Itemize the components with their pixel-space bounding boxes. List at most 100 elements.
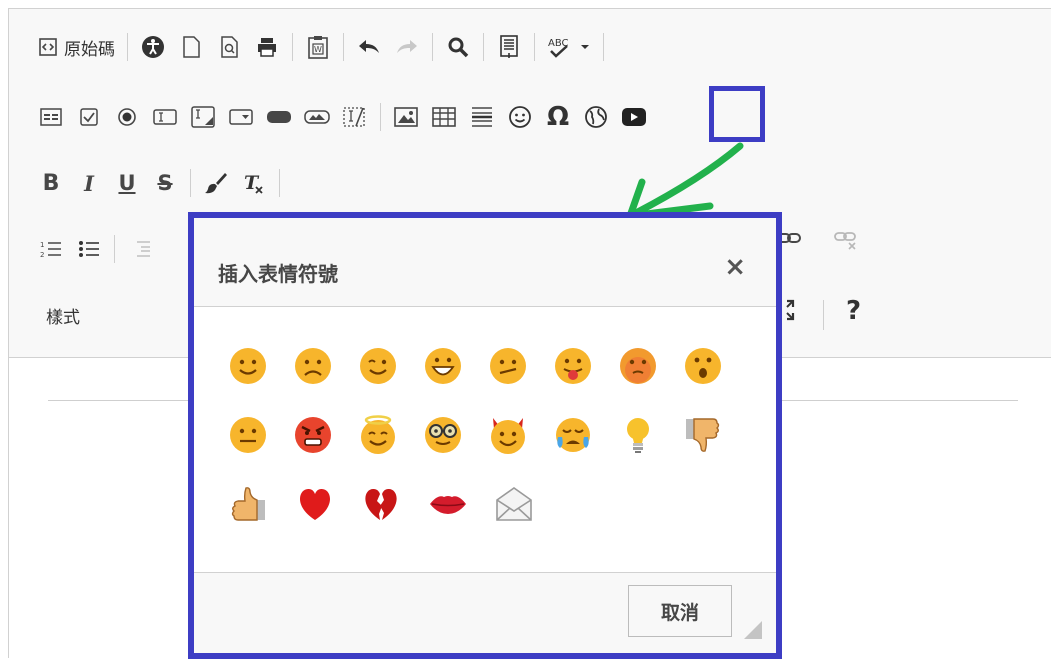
radio-button[interactable] xyxy=(114,104,140,130)
print-button[interactable] xyxy=(254,34,280,60)
image-insert-button[interactable] xyxy=(393,104,419,130)
bold-button[interactable]: B xyxy=(38,170,64,196)
underline-button[interactable]: U xyxy=(114,170,140,196)
unlink-icon xyxy=(834,232,856,250)
bulleted-list-button[interactable] xyxy=(76,236,102,262)
italic-button[interactable]: I xyxy=(76,170,102,196)
source-button[interactable]: 原始碼 xyxy=(38,35,115,60)
search-icon xyxy=(448,37,469,58)
emoji-thumbs-up[interactable] xyxy=(228,484,295,553)
new-page-button[interactable] xyxy=(178,34,204,60)
copy-format-button[interactable] xyxy=(203,170,229,196)
strike-button[interactable]: S xyxy=(152,170,178,196)
emoji-broken-heart[interactable] xyxy=(361,484,428,553)
toolbar-row-1: 原始碼 W ABC xyxy=(38,30,616,64)
outdent-button[interactable] xyxy=(127,236,153,262)
emoji-indecision[interactable] xyxy=(228,415,293,484)
emoji-crying[interactable] xyxy=(553,415,618,484)
outdent-icon xyxy=(137,241,150,257)
emoji-surprised[interactable] xyxy=(683,346,748,415)
remove-format-button[interactable]: T xyxy=(241,170,267,196)
dialog-title-bar[interactable]: 插入表情符號 × xyxy=(194,218,776,307)
emoji-devil[interactable] xyxy=(488,415,553,484)
cancel-button[interactable]: 取消 xyxy=(628,585,732,637)
styles-dropdown[interactable]: 樣式 xyxy=(46,303,80,328)
text-field-button[interactable] xyxy=(152,104,178,130)
button-button[interactable] xyxy=(266,104,292,130)
spellcheck-button[interactable]: ABC xyxy=(547,34,591,60)
undo-button[interactable] xyxy=(356,34,382,60)
numbered-list-button[interactable]: 12 xyxy=(38,236,64,262)
close-icon[interactable]: × xyxy=(724,252,746,282)
wink-face-icon xyxy=(360,348,396,384)
smiley-button[interactable] xyxy=(507,104,533,130)
emoji-wink[interactable] xyxy=(358,346,423,415)
angry-face-icon xyxy=(295,417,331,453)
preview-icon xyxy=(221,36,238,58)
youtube-button[interactable] xyxy=(621,104,647,130)
smiley-icon xyxy=(509,106,531,128)
emoji-lightbulb[interactable] xyxy=(618,415,683,484)
emoji-angel[interactable] xyxy=(358,415,423,484)
iframe-button[interactable] xyxy=(583,104,609,130)
find-button[interactable] xyxy=(445,34,471,60)
special-char-button[interactable]: Ω xyxy=(545,102,571,132)
textarea-icon xyxy=(191,106,215,128)
spellcheck-icon: ABC xyxy=(548,38,589,58)
emoji-confused[interactable] xyxy=(488,346,553,415)
unlink-button[interactable] xyxy=(834,228,860,268)
resize-handle-icon[interactable] xyxy=(744,621,762,639)
paste-from-word-button[interactable]: W xyxy=(305,34,331,60)
show-blocks-button[interactable] xyxy=(496,34,522,60)
textarea-button[interactable] xyxy=(190,104,216,130)
emoji-embarrassed[interactable] xyxy=(618,346,683,415)
emoji-grin[interactable] xyxy=(423,346,488,415)
tongue-face-icon xyxy=(555,348,591,384)
emoji-kiss[interactable] xyxy=(428,484,495,553)
hidden-field-button[interactable] xyxy=(342,104,368,130)
emoji-cool[interactable] xyxy=(423,415,488,484)
toolbar-row-3: B I U S T xyxy=(38,166,292,200)
toolbar-row-4: 12 xyxy=(38,232,165,266)
select-button[interactable] xyxy=(228,104,254,130)
remove-format-icon: T xyxy=(244,172,263,194)
smiley-button-highlight xyxy=(709,86,765,142)
emoji-sad[interactable] xyxy=(293,346,358,415)
separator xyxy=(127,33,128,61)
bold-icon: B xyxy=(42,170,60,196)
separator xyxy=(603,33,604,61)
emoji-grid xyxy=(228,346,748,553)
image-button-button[interactable] xyxy=(304,104,330,130)
accessibility-button[interactable] xyxy=(140,34,166,60)
emoji-tongue[interactable] xyxy=(553,346,618,415)
lightbulb-icon xyxy=(627,418,649,453)
emoji-angry[interactable] xyxy=(293,415,358,484)
svg-text:2: 2 xyxy=(40,251,44,259)
horizontal-rule-icon xyxy=(472,107,492,127)
undo-icon xyxy=(359,40,379,53)
thumbs-up-icon xyxy=(231,487,265,521)
hidden-field-icon xyxy=(343,107,365,127)
paste-word-icon: W xyxy=(308,36,328,59)
angel-face-icon xyxy=(361,415,395,454)
emoji-smiley[interactable] xyxy=(228,346,293,415)
broken-heart-icon xyxy=(365,488,397,520)
neutral-face-icon xyxy=(230,417,266,453)
horizontal-rule-button[interactable] xyxy=(469,104,495,130)
table-button[interactable] xyxy=(431,104,457,130)
strikethrough-icon: S xyxy=(157,171,173,195)
form-button[interactable] xyxy=(38,104,64,130)
italic-icon: I xyxy=(84,170,94,196)
help-button[interactable]: ? xyxy=(846,296,861,326)
emoji-thumbs-down[interactable] xyxy=(683,415,748,484)
thumbs-down-icon xyxy=(686,418,720,452)
preview-button[interactable] xyxy=(216,34,242,60)
paintbrush-icon xyxy=(205,173,227,194)
toolbar-row-2: Ω xyxy=(38,100,659,134)
redo-icon xyxy=(397,40,417,53)
redo-button[interactable] xyxy=(394,34,420,60)
emoji-heart[interactable] xyxy=(295,484,362,553)
emoji-envelope[interactable] xyxy=(494,484,561,553)
checkbox-button[interactable] xyxy=(76,104,102,130)
underline-icon: U xyxy=(118,171,136,195)
